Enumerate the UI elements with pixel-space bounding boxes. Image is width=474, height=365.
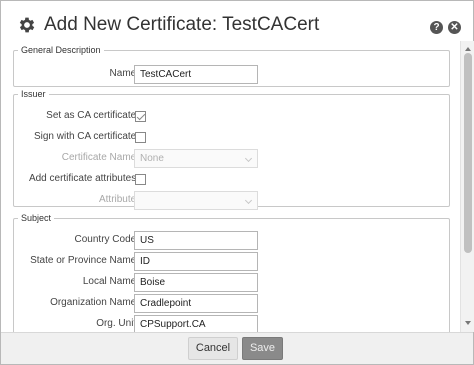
sign-ca-row: Sign with CA certificate: <box>14 128 449 148</box>
scroll-up-icon[interactable] <box>465 47 471 51</box>
org-unit-label: Org. Unit: <box>96 318 139 329</box>
org-unit-input[interactable] <box>134 315 258 332</box>
add-attributes-row: Add certificate attributes: <box>14 170 449 190</box>
issuer-group: Issuer Set as CA certificate: Sign with … <box>13 89 450 210</box>
name-row: Name: <box>14 65 449 85</box>
country-code-input[interactable] <box>134 231 258 250</box>
local-name-input[interactable] <box>134 273 258 292</box>
close-icon[interactable]: ✕ <box>448 21 461 34</box>
attribute-row: Attribute: <box>14 191 449 211</box>
sign-ca-label: Sign with CA certificate: <box>33 131 139 142</box>
attribute-label: Attribute: <box>98 194 139 205</box>
dialog-body: General Description Name: Issuer Set as … <box>1 41 460 332</box>
attribute-select[interactable] <box>134 191 258 210</box>
general-description-legend: General Description <box>21 45 101 55</box>
set-ca-checkbox[interactable] <box>135 111 146 122</box>
state-input[interactable] <box>134 252 258 271</box>
certificate-name-select[interactable]: None <box>134 149 258 168</box>
local-name-row: Local Name: <box>14 273 449 293</box>
subject-group: Subject Country Code: State or Province … <box>13 213 450 332</box>
org-unit-row: Org. Unit: <box>14 315 449 332</box>
dialog-title: Add New Certificate: TestCACert <box>44 14 320 35</box>
state-label: State or Province Name: <box>30 255 139 266</box>
country-label: Country Code: <box>74 234 139 245</box>
save-button[interactable]: Save <box>242 337 283 360</box>
local-name-label: Local Name: <box>82 276 139 287</box>
dialog-footer: Cancel Save <box>1 332 473 364</box>
dialog-header: Add New Certificate: TestCACert ? ✕ <box>1 1 473 41</box>
certificate-name-value: None <box>140 153 164 164</box>
vertical-scrollbar[interactable] <box>460 41 474 332</box>
chevron-down-icon <box>244 196 253 205</box>
organization-label: Organization Name: <box>50 297 139 308</box>
subject-legend: Subject <box>21 213 52 223</box>
organization-input[interactable] <box>134 294 258 313</box>
set-ca-label: Set as CA certificate: <box>46 110 139 121</box>
name-input[interactable] <box>134 65 258 84</box>
issuer-legend: Issuer <box>21 89 46 99</box>
add-attributes-label: Add certificate attributes: <box>28 173 139 184</box>
general-description-group: General Description Name: <box>13 45 450 87</box>
sign-ca-checkbox[interactable] <box>135 132 146 143</box>
cancel-button[interactable]: Cancel <box>188 337 238 360</box>
add-attributes-checkbox[interactable] <box>135 174 146 185</box>
scroll-down-icon[interactable] <box>465 321 471 325</box>
state-row: State or Province Name: <box>14 252 449 272</box>
chevron-down-icon <box>244 154 253 163</box>
gear-icon <box>19 17 35 33</box>
certificate-dialog: Add New Certificate: TestCACert ? ✕ Gene… <box>0 0 474 365</box>
help-icon[interactable]: ? <box>430 21 443 34</box>
certificate-name-row: Certificate Name: None <box>14 149 449 169</box>
country-row: Country Code: <box>14 231 449 251</box>
organization-row: Organization Name: <box>14 294 449 314</box>
set-ca-row: Set as CA certificate: <box>14 107 449 127</box>
certificate-name-label: Certificate Name: <box>61 152 139 163</box>
scrollbar-thumb[interactable] <box>464 53 472 253</box>
